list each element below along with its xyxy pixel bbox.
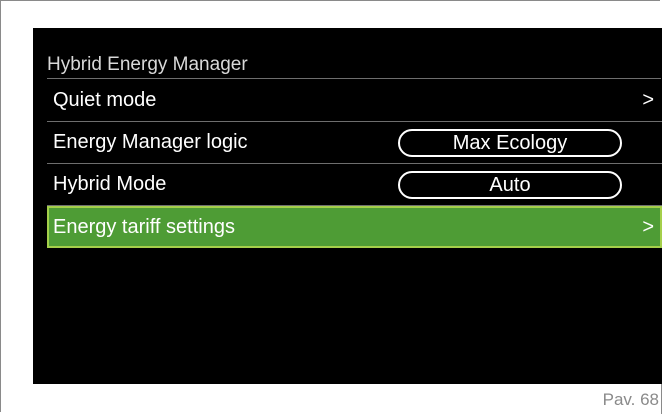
chevron-right-icon: >: [642, 216, 654, 238]
menu-header: Hybrid Energy Manager: [47, 50, 661, 79]
menu-item-label: Energy Manager logic: [53, 131, 248, 153]
menu-item-energy-tariff-settings[interactable]: Energy tariff settings >: [47, 206, 662, 248]
menu-item-hybrid-mode[interactable]: Hybrid Mode Auto: [47, 164, 662, 206]
menu-title: Hybrid Energy Manager: [47, 54, 248, 75]
header-divider: [47, 78, 661, 79]
device-screen: Hybrid Energy Manager Quiet mode > Energ…: [33, 28, 662, 384]
menu-item-label: Hybrid Mode: [53, 173, 167, 195]
menu-item-label: Quiet mode: [53, 89, 157, 111]
menu-list: Quiet mode > Energy Manager logic Max Ec…: [47, 80, 662, 248]
menu-item-label: Energy tariff settings: [53, 216, 235, 238]
menu-item-energy-manager-logic[interactable]: Energy Manager logic Max Ecology: [47, 122, 662, 164]
hybrid-mode-selector[interactable]: Auto: [398, 171, 622, 199]
chevron-right-icon: >: [642, 89, 654, 111]
page-number: Pav. 68: [552, 384, 662, 414]
menu-item-quiet-mode[interactable]: Quiet mode >: [47, 80, 662, 122]
energy-manager-logic-selector[interactable]: Max Ecology: [398, 129, 622, 157]
